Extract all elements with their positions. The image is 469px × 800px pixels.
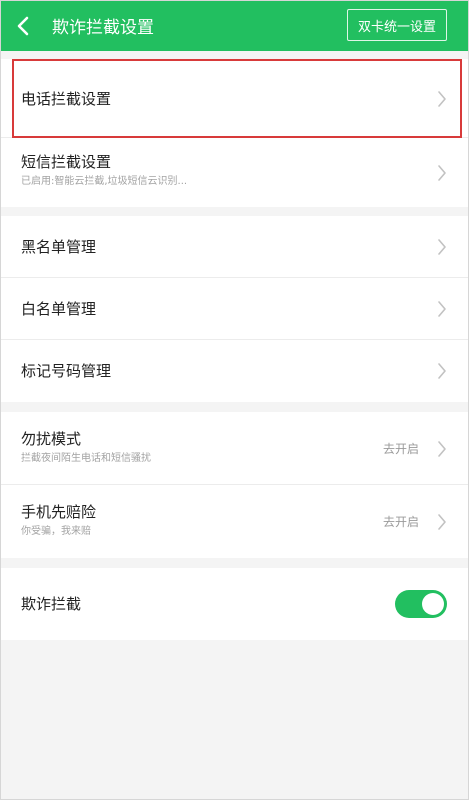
fraud-intercept-row: 欺诈拦截 bbox=[0, 568, 469, 640]
page-title: 欺诈拦截设置 bbox=[52, 18, 154, 38]
blacklist-management-row[interactable]: 黑名单管理 bbox=[0, 216, 469, 278]
row-label: 勿扰模式 bbox=[21, 430, 82, 448]
sms-intercept-settings-row[interactable]: 短信拦截设置 已启用:智能云拦截,垃圾短信云识别... bbox=[0, 138, 469, 207]
back-button[interactable] bbox=[0, 0, 46, 51]
row-subtitle: 你受骗，我来赔 bbox=[21, 526, 91, 537]
row-label: 黑名单管理 bbox=[21, 238, 97, 256]
toggle-knob bbox=[422, 593, 444, 615]
chevron-right-icon bbox=[438, 301, 446, 317]
app-header: 欺诈拦截设置 双卡统一设置 bbox=[0, 0, 469, 51]
chevron-right-icon bbox=[438, 440, 446, 457]
row-label: 手机先赔险 bbox=[21, 503, 97, 521]
call-intercept-settings-row[interactable]: 电话拦截设置 bbox=[0, 59, 469, 138]
settings-group-lists: 黑名单管理 白名单管理 标记号码管理 bbox=[0, 216, 469, 402]
chevron-right-icon bbox=[438, 239, 446, 255]
chevron-left-icon bbox=[17, 16, 29, 35]
status-text: 去开启 bbox=[382, 514, 419, 529]
row-label: 标记号码管理 bbox=[21, 362, 112, 380]
do-not-disturb-row[interactable]: 勿扰模式 拦截夜间陌生电话和短信骚扰 去开启 bbox=[0, 412, 469, 485]
dual-sim-unified-settings-button[interactable]: 双卡统一设置 bbox=[346, 9, 447, 41]
marked-number-management-row[interactable]: 标记号码管理 bbox=[0, 340, 469, 402]
row-label: 白名单管理 bbox=[21, 300, 97, 318]
row-label: 短信拦截设置 bbox=[21, 153, 112, 171]
row-label: 欺诈拦截 bbox=[21, 595, 82, 613]
row-subtitle: 拦截夜间陌生电话和短信骚扰 bbox=[21, 453, 151, 464]
whitelist-management-row[interactable]: 白名单管理 bbox=[0, 278, 469, 340]
phone-fraud-insurance-row[interactable]: 手机先赔险 你受骗，我来赔 去开启 bbox=[0, 485, 469, 558]
status-text: 去开启 bbox=[382, 441, 419, 456]
settings-group-extras: 勿扰模式 拦截夜间陌生电话和短信骚扰 去开启 手机先赔险 你受骗，我来赔 去开启 bbox=[0, 412, 469, 558]
chevron-right-icon bbox=[438, 513, 446, 530]
row-label: 电话拦截设置 bbox=[21, 90, 112, 108]
fraud-intercept-toggle[interactable] bbox=[395, 590, 447, 618]
chevron-right-icon bbox=[438, 363, 446, 379]
chevron-right-icon bbox=[438, 90, 446, 107]
settings-group-intercept: 电话拦截设置 短信拦截设置 已启用:智能云拦截,垃圾短信云识别... bbox=[0, 59, 469, 207]
settings-group-fraud-toggle: 欺诈拦截 bbox=[0, 568, 469, 640]
row-subtitle: 已启用:智能云拦截,垃圾短信云识别... bbox=[21, 176, 188, 187]
chevron-right-icon bbox=[438, 164, 446, 181]
